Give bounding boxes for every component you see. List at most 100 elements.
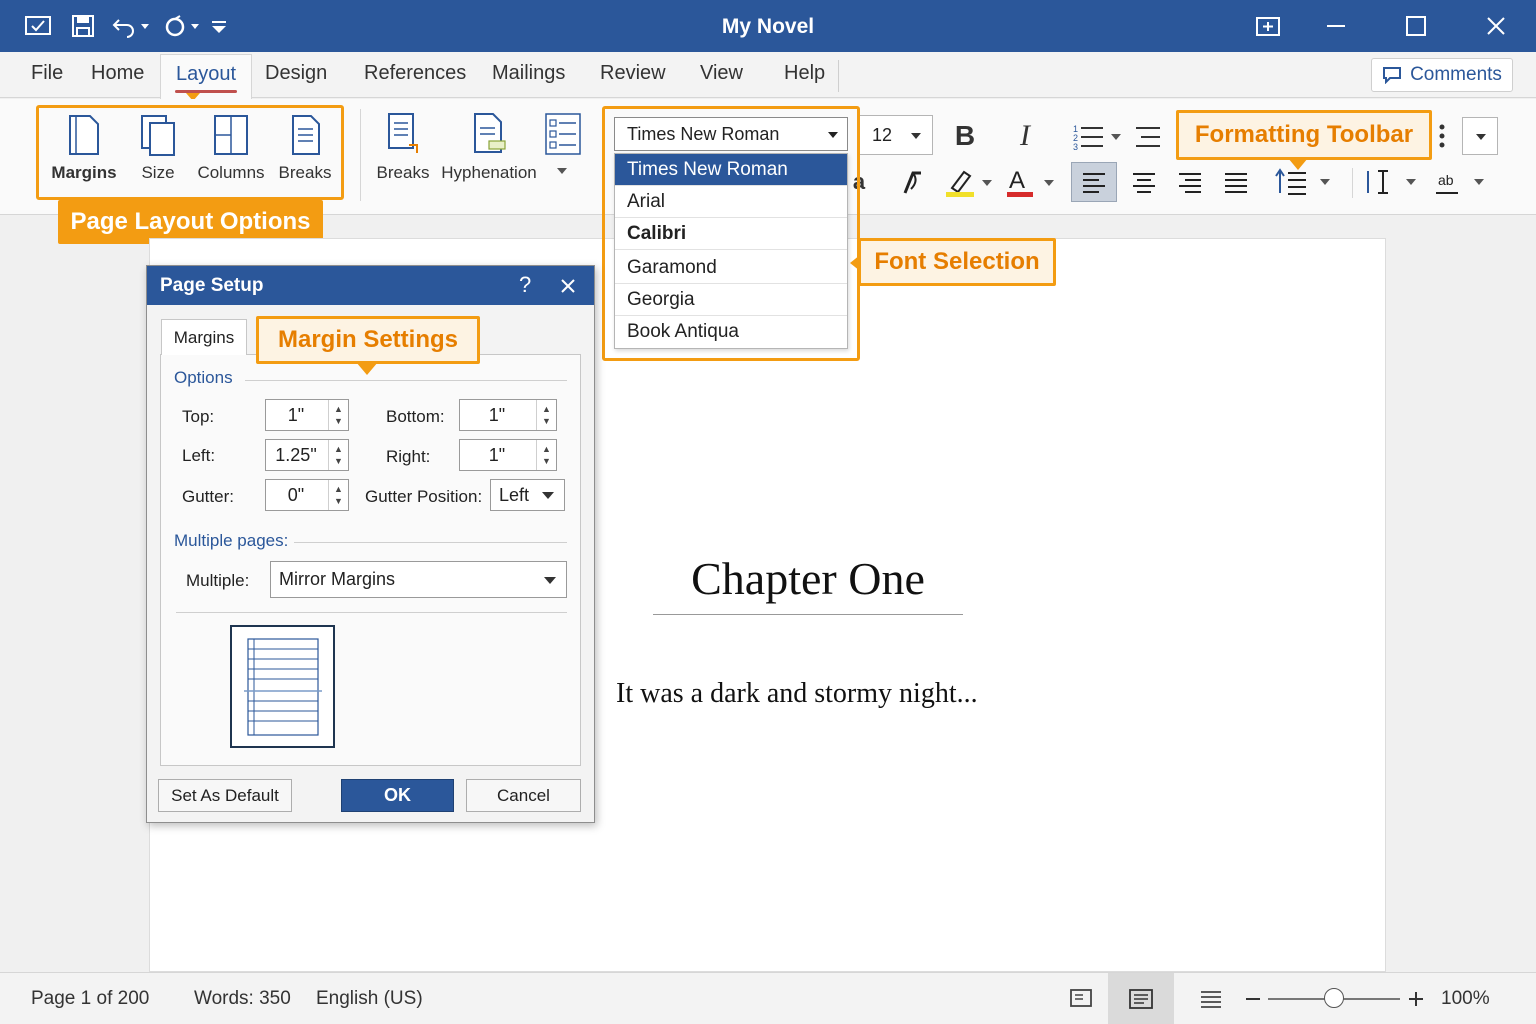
font-color-icon[interactable]: A xyxy=(1004,164,1058,200)
formatting-toolbar-callout: Formatting Toolbar xyxy=(1176,110,1432,160)
read-mode-icon[interactable] xyxy=(1069,987,1095,1011)
spinner-arrows-icon[interactable]: ▲ ▼ xyxy=(328,480,348,510)
breaks-button-2[interactable]: Breaks xyxy=(374,111,432,183)
spinner-arrows-icon[interactable]: ▲ ▼ xyxy=(536,400,556,430)
chevron-down-icon xyxy=(828,132,838,138)
callout-pointer-icon xyxy=(356,362,378,375)
zoom-level[interactable]: 100% xyxy=(1441,988,1490,1010)
highlight-icon[interactable] xyxy=(942,164,996,200)
chapter-heading[interactable]: Chapter One xyxy=(653,552,963,605)
print-layout-icon[interactable] xyxy=(1128,987,1154,1011)
more-options-icon[interactable] xyxy=(1432,116,1452,156)
checklist-icon xyxy=(545,113,581,155)
spinner-arrows-icon[interactable]: ▲ ▼ xyxy=(328,440,348,470)
zoom-in-icon[interactable] xyxy=(1406,987,1426,1011)
restore-icon[interactable] xyxy=(1248,8,1288,44)
comments-button[interactable]: Comments xyxy=(1371,58,1513,92)
svg-text:3: 3 xyxy=(1073,142,1078,151)
justify-icon[interactable] xyxy=(1219,164,1253,200)
tab-view[interactable]: View xyxy=(700,62,743,85)
gutter-stepper[interactable]: 0" ▲ ▼ xyxy=(265,479,349,511)
comments-label: Comments xyxy=(1410,64,1502,85)
tab-layout[interactable]: Layout xyxy=(176,63,236,86)
top-label: Top: xyxy=(182,407,215,426)
top-margin-stepper[interactable]: 1" ▲ ▼ xyxy=(265,399,349,431)
font-option-book-antiqua[interactable]: Book Antiqua xyxy=(615,316,847,348)
tab-design[interactable]: Design xyxy=(265,62,327,85)
tab-home[interactable]: Home xyxy=(91,62,144,85)
zoom-out-icon[interactable] xyxy=(1244,987,1262,1011)
font-option-times-new-roman[interactable]: Times New Roman xyxy=(615,154,847,186)
close-icon[interactable] xyxy=(1476,8,1516,44)
multiple-pages-select[interactable]: Mirror Margins xyxy=(270,561,567,598)
svg-text:ab: ab xyxy=(1438,172,1454,188)
more-dropdown[interactable] xyxy=(1462,117,1498,155)
checklist-button[interactable] xyxy=(540,111,584,181)
maximize-icon[interactable] xyxy=(1396,8,1436,44)
spinner-arrows-icon[interactable]: ▲ ▼ xyxy=(328,400,348,430)
character-spacing-icon[interactable]: ab xyxy=(1432,164,1490,200)
word-count[interactable]: Words: 350 xyxy=(194,988,291,1010)
left-margin-stepper[interactable]: 1.25" ▲ ▼ xyxy=(265,439,349,471)
status-bar: Page 1 of 200 Words: 350 English (US) 10… xyxy=(0,972,1536,1024)
title-bar: My Novel xyxy=(0,0,1536,52)
tab-review[interactable]: Review xyxy=(600,62,666,85)
multiple-label: Multiple: xyxy=(186,571,250,590)
cancel-button[interactable]: Cancel xyxy=(466,779,581,812)
body-paragraph[interactable]: It was a dark and stormy night... xyxy=(616,678,978,710)
language[interactable]: English (US) xyxy=(316,988,423,1010)
italic-icon[interactable]: I xyxy=(1008,116,1042,156)
numbered-list-icon[interactable]: 123 xyxy=(1070,116,1126,156)
ok-button[interactable]: OK xyxy=(341,779,454,812)
font-dropdown-list: Times New Roman Arial Calibri Garamond G… xyxy=(614,153,848,349)
multiple-pages-label: Multiple pages: xyxy=(174,531,289,550)
chevron-down-icon xyxy=(911,133,921,139)
align-center-icon[interactable] xyxy=(1127,164,1161,200)
page-preview xyxy=(230,625,335,748)
font-name-select[interactable]: Times New Roman xyxy=(614,117,848,151)
right-label: Right: xyxy=(386,447,431,466)
page-count[interactable]: Page 1 of 200 xyxy=(31,988,149,1010)
help-icon[interactable]: ? xyxy=(519,272,531,298)
format-painter-icon[interactable] xyxy=(896,164,930,200)
gutter-position-select[interactable]: Left xyxy=(490,479,565,511)
active-tab-indicator xyxy=(175,90,237,93)
right-margin-stepper[interactable]: 1" ▲ ▼ xyxy=(459,439,557,471)
spinner-arrows-icon[interactable]: ▲ ▼ xyxy=(536,440,556,470)
hyphenation-icon xyxy=(474,113,506,153)
tab-references[interactable]: References xyxy=(364,62,466,85)
web-layout-icon[interactable] xyxy=(1198,987,1224,1011)
gutter-position-label: Gutter Position: xyxy=(365,487,483,506)
page-layout-highlight xyxy=(36,105,344,200)
align-left-icon[interactable] xyxy=(1071,162,1117,202)
dialog-close-icon[interactable] xyxy=(557,275,581,299)
multilevel-list-icon[interactable] xyxy=(1132,116,1164,156)
bottom-margin-stepper[interactable]: 1" ▲ ▼ xyxy=(459,399,557,431)
chevron-down-icon xyxy=(542,492,554,499)
font-size-select[interactable]: 12 xyxy=(859,115,933,155)
hyphenation-button[interactable]: Hyphenation xyxy=(440,111,538,183)
set-as-default-button[interactable]: Set As Default xyxy=(158,779,292,812)
bold-icon[interactable]: B xyxy=(948,116,982,156)
minimize-icon[interactable] xyxy=(1316,8,1356,44)
options-group-label: Options xyxy=(174,368,233,387)
left-label: Left: xyxy=(182,446,216,465)
toolbar-divider xyxy=(1352,168,1353,198)
tab-file[interactable]: File xyxy=(31,62,63,85)
text-direction-icon[interactable] xyxy=(1364,164,1422,200)
align-right-icon[interactable] xyxy=(1173,164,1207,200)
zoom-slider-thumb[interactable] xyxy=(1324,988,1344,1008)
gutter-label: Gutter: xyxy=(182,487,234,506)
font-option-arial[interactable]: Arial xyxy=(615,186,847,218)
tab-help[interactable]: Help xyxy=(784,62,825,85)
font-option-garamond[interactable]: Garamond xyxy=(615,252,847,284)
bottom-label: Bottom: xyxy=(386,407,445,426)
breaks-icon xyxy=(388,113,418,153)
multiple-pages-divider xyxy=(294,542,567,543)
font-option-georgia[interactable]: Georgia xyxy=(615,284,847,316)
chevron-down-icon xyxy=(1476,134,1486,140)
ribbon-divider xyxy=(360,109,361,201)
tab-margins[interactable]: Margins xyxy=(161,319,247,355)
font-option-calibri[interactable]: Calibri xyxy=(615,218,847,250)
tab-mailings[interactable]: Mailings xyxy=(492,62,565,85)
